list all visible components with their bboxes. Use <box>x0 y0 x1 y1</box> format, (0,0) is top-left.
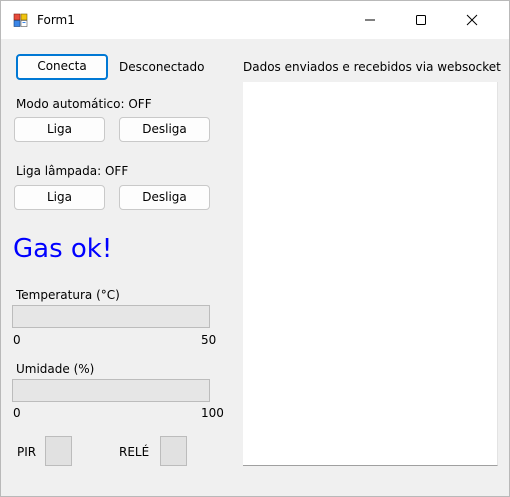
gas-status: Gas ok! <box>13 234 113 264</box>
title-bar[interactable]: Form1 <box>1 1 509 39</box>
humidity-min-label: 0 <box>13 406 21 420</box>
window-title: Form1 <box>37 13 75 27</box>
auto-mode-on-button[interactable]: Liga <box>14 117 105 142</box>
humidity-max-label: 100 <box>201 406 224 420</box>
pir-indicator <box>45 436 72 466</box>
humidity-label: Umidade (%) <box>16 362 95 376</box>
auto-mode-off-button[interactable]: Desliga <box>119 117 210 142</box>
temperature-label: Temperatura (°C) <box>16 288 120 302</box>
winforms-app-icon <box>13 12 29 28</box>
humidity-progress-bar <box>12 379 210 402</box>
maximize-icon <box>416 15 426 25</box>
close-button[interactable] <box>449 1 495 39</box>
relay-indicator <box>160 436 187 466</box>
log-title: Dados enviados e recebidos via websocket <box>243 60 501 74</box>
websocket-log-textbox[interactable] <box>243 82 498 466</box>
minimize-button[interactable] <box>347 1 393 39</box>
lamp-on-button[interactable]: Liga <box>14 185 105 210</box>
temperature-max-label: 50 <box>201 333 217 347</box>
lamp-off-button[interactable]: Desliga <box>119 185 210 210</box>
connection-status: Desconectado <box>119 60 205 74</box>
minimize-icon <box>365 19 375 21</box>
close-icon <box>466 14 478 26</box>
temperature-progress-bar <box>12 305 210 328</box>
temperature-min-label: 0 <box>13 333 21 347</box>
app-window: Form1 Conecta Desconectado Dados enviado… <box>0 0 510 497</box>
maximize-button[interactable] <box>398 1 444 39</box>
auto-mode-label: Modo automático: OFF <box>16 97 152 111</box>
pir-label: PIR <box>17 445 37 459</box>
connect-button[interactable]: Conecta <box>16 54 108 80</box>
relay-label: RELÉ <box>119 445 150 459</box>
lamp-label: Liga lâmpada: OFF <box>16 164 129 178</box>
